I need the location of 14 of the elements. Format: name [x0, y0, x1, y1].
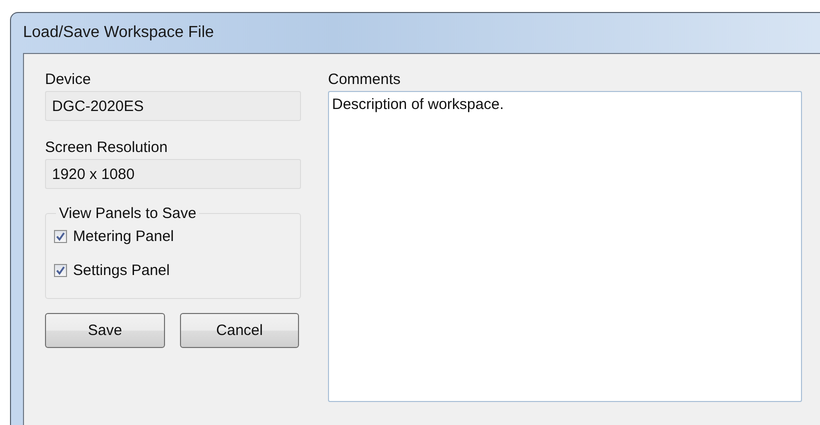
- group-title: View Panels to Save: [58, 205, 198, 222]
- save-button[interactable]: Save: [45, 313, 165, 348]
- device-label: Device: [45, 71, 92, 89]
- window-title: Load/Save Workspace File: [23, 23, 215, 43]
- comments-field[interactable]: Description of workspace.: [328, 91, 802, 402]
- checkbox-label: Settings Panel: [73, 262, 170, 278]
- cancel-button[interactable]: Cancel: [180, 313, 299, 348]
- checkbox-label: Metering Panel: [73, 228, 174, 244]
- screen-resolution-label: Screen Resolution: [45, 139, 169, 157]
- screen-resolution-field[interactable]: 1920 x 1080: [45, 159, 301, 189]
- checkbox[interactable]: [54, 264, 67, 276]
- comments-label: Comments: [328, 71, 402, 89]
- checkbox[interactable]: [54, 230, 67, 242]
- device-field[interactable]: DGC-2020ES: [45, 91, 301, 121]
